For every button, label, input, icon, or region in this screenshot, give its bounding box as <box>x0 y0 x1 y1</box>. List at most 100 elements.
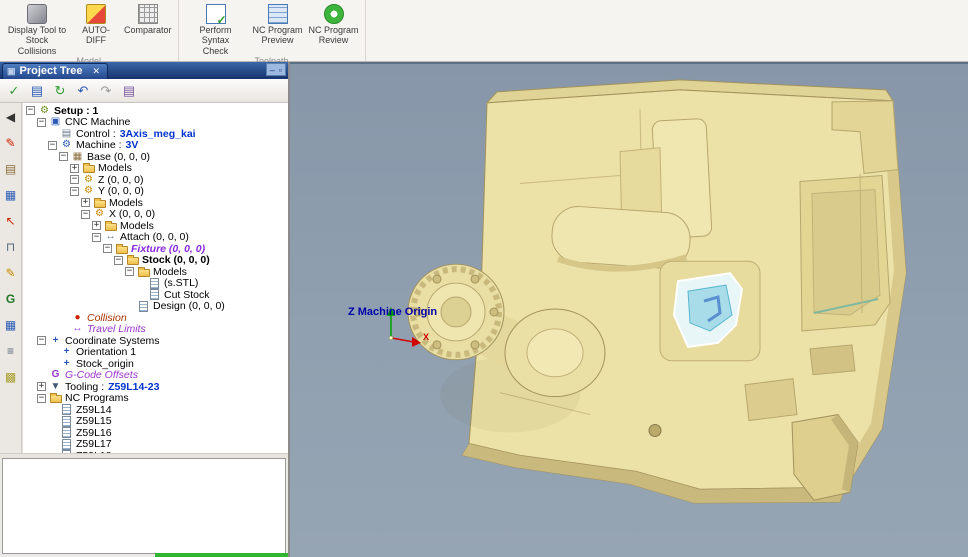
tree-item-g-code-offsets[interactable]: GG-Code Offsets <box>23 370 288 382</box>
tree-item-stock-0-0-0[interactable]: −Stock (0, 0, 0) <box>23 255 288 267</box>
collapse-toggle[interactable]: − <box>59 152 68 161</box>
sync-icon[interactable]: ↻ <box>51 82 69 100</box>
panel-window-controls: –▫ <box>266 63 286 76</box>
collapse-toggle[interactable]: − <box>26 106 35 115</box>
clipboard-icon[interactable]: ▤ <box>28 82 46 100</box>
redo-icon[interactable]: ↷ <box>97 82 115 100</box>
tree-item-label: Z (0, 0, 0) <box>98 174 144 186</box>
tree-item-label: Setup : 1 <box>54 105 98 117</box>
grid-icon[interactable]: ▦ <box>3 317 19 333</box>
comparator-button[interactable]: Comparator <box>121 2 175 56</box>
tree-item-tooling[interactable]: +▼Tooling :Z59L14-23 <box>23 381 288 393</box>
collapse-toggle[interactable]: − <box>37 394 46 403</box>
expand-toggle[interactable]: + <box>37 382 46 391</box>
nc-program-review-button[interactable]: NC Program Review <box>306 2 362 56</box>
verify-edit-icon[interactable]: ✓ <box>5 82 23 100</box>
measure-icon[interactable]: ✎ <box>3 265 19 281</box>
nc-programs-icon <box>49 393 62 404</box>
tree-item-models[interactable]: + Models <box>23 197 288 209</box>
project-tree-tab[interactable]: ▣ Project Tree ✕ <box>2 63 108 79</box>
collapse-toggle[interactable]: − <box>81 210 90 219</box>
viewport-3d[interactable]: X Z Machine Origin <box>290 62 968 557</box>
tree-item-collision[interactable]: ●Collision <box>23 312 288 324</box>
perform-syntax-check-button[interactable]: Perform Syntax Check <box>182 2 250 56</box>
tree-item-label: Models <box>109 197 143 209</box>
tree-item-models[interactable]: −Models <box>23 266 288 278</box>
close-panel-icon[interactable]: ✕ <box>93 66 101 77</box>
collapse-toggle[interactable]: − <box>103 244 112 253</box>
tree-item-orientation-1[interactable]: +Orientation 1 <box>23 347 288 359</box>
tree-item-setup-1[interactable]: −⚙Setup : 1 <box>23 105 288 117</box>
collapse-toggle[interactable]: − <box>92 233 101 242</box>
axis-x-icon: ⚙ <box>93 209 106 220</box>
collapse-toggle[interactable]: − <box>48 141 57 150</box>
tree-item-z59l14[interactable]: Z59L14 <box>23 404 288 416</box>
tree-item-attach-0-0-0[interactable]: −↔Attach (0, 0, 0) <box>23 232 288 244</box>
tree-item-base-0-0-0[interactable]: −▦Base (0, 0, 0) <box>23 151 288 163</box>
tree-item-label: Models <box>120 220 154 232</box>
gcode-check-icon[interactable]: G <box>3 291 19 307</box>
tree-item-coordinate-systems[interactable]: −+Coordinate Systems <box>23 335 288 347</box>
tree-item-travel-limits[interactable]: ↔Travel Limits <box>23 324 288 336</box>
tree-item-machine[interactable]: −⚙Machine :3V <box>23 140 288 152</box>
expand-toggle[interactable]: + <box>81 198 90 207</box>
tree-item-design-0-0-0[interactable]: Design (0, 0, 0) <box>23 301 288 313</box>
tree-item-value: Z59L14-23 <box>108 381 159 393</box>
tree-item-stock-origin[interactable]: +Stock_origin <box>23 358 288 370</box>
tree-item-y-0-0-0[interactable]: −⚙Y (0, 0, 0) <box>23 186 288 198</box>
tree-item-nc-programs[interactable]: −NC Programs <box>23 393 288 405</box>
stock-origin-icon: + <box>60 358 73 369</box>
attach-icon: ↔ <box>104 232 117 243</box>
tree-item-label: Z59L17 <box>76 438 112 450</box>
collapse-toggle[interactable]: − <box>70 175 79 184</box>
models-folder-icon <box>104 220 117 231</box>
collapse-toggle[interactable]: − <box>70 187 79 196</box>
report-icon[interactable]: ▤ <box>120 82 138 100</box>
stl-doc-icon <box>148 278 161 289</box>
float-panel-icon[interactable]: ▫ <box>279 65 282 75</box>
tree-item-models[interactable]: +Models <box>23 163 288 175</box>
tree-item-x-0-0-0[interactable]: −⚙X (0, 0, 0) <box>23 209 288 221</box>
auto-diff-button[interactable]: AUTO- DIFF <box>71 2 121 56</box>
tree-item-label: Attach (0, 0, 0) <box>120 231 189 243</box>
project-tree-panel: ▣ Project Tree ✕ –▫ ✓ ▤ ↻ ↶ ↷ ▤ ◀ ✎ ▤ ▦ ↖ ⊓ ✎ G ▦ ≡ ▩ −… <box>0 62 290 557</box>
highlighted-pocket <box>660 261 760 361</box>
table-icon[interactable]: ▦ <box>3 187 19 203</box>
tree-item-s-stl[interactable]: (s.STL) <box>23 278 288 290</box>
tree-item-z59l15[interactable]: Z59L15 <box>23 416 288 428</box>
swatch-icon[interactable]: ▩ <box>3 369 19 385</box>
library-icon[interactable]: ▤ <box>3 161 19 177</box>
brush-icon[interactable]: ✎ <box>3 135 19 151</box>
collapse-toggle[interactable]: − <box>37 118 46 127</box>
tree-item-cut-stock[interactable]: Cut Stock <box>23 289 288 301</box>
pan-arrow-icon[interactable]: ◀ <box>3 109 19 125</box>
clamp-icon[interactable]: ⊓ <box>3 239 19 255</box>
nc-program-doc-icon <box>60 439 73 450</box>
tree-item-z59l17[interactable]: Z59L17 <box>23 439 288 451</box>
tree-item-control[interactable]: ▤Control :3Axis_meg_kai <box>23 128 288 140</box>
display-tool-to-stock-collisions-button[interactable]: Display Tool to Stock Collisions <box>3 2 71 56</box>
tree-item-fixture-0-0-0[interactable]: −Fixture (0, 0, 0) <box>23 243 288 255</box>
tree-item-models[interactable]: + Models <box>23 220 288 232</box>
collapse-toggle[interactable]: − <box>125 267 134 276</box>
ribbon-button-label: NC Program Preview <box>253 25 303 46</box>
tree-item-z-0-0-0[interactable]: −⚙Z (0, 0, 0) <box>23 174 288 186</box>
nc-program-preview-button[interactable]: NC Program Preview <box>250 2 306 56</box>
ribbon-button-label: AUTO- DIFF <box>82 25 110 46</box>
layers-icon[interactable]: ≡ <box>3 343 19 359</box>
stock-folder-icon <box>126 255 139 266</box>
cnc-machine-icon: ▣ <box>49 117 62 128</box>
tree-item-cnc-machine[interactable]: −▣CNC Machine <box>23 117 288 129</box>
pointer-icon[interactable]: ↖ <box>3 213 19 229</box>
tree-item-z59l16[interactable]: Z59L16 <box>23 427 288 439</box>
tree-scroll-area[interactable]: −⚙Setup : 1−▣CNC Machine▤Control :3Axis_… <box>22 103 288 453</box>
collapse-toggle[interactable]: − <box>37 336 46 345</box>
expand-toggle[interactable]: + <box>70 164 79 173</box>
ribbon-groups: Display Tool to Stock Collisions AUTO- DI… <box>0 0 366 61</box>
undo-icon[interactable]: ↶ <box>74 82 92 100</box>
ribbon-button-label: NC Program Review <box>309 25 359 46</box>
expand-toggle[interactable]: + <box>92 221 101 230</box>
minimize-panel-icon[interactable]: – <box>270 65 275 75</box>
ribbon: Display Tool to Stock Collisions AUTO- DI… <box>0 0 968 62</box>
collapse-toggle[interactable]: − <box>114 256 123 265</box>
